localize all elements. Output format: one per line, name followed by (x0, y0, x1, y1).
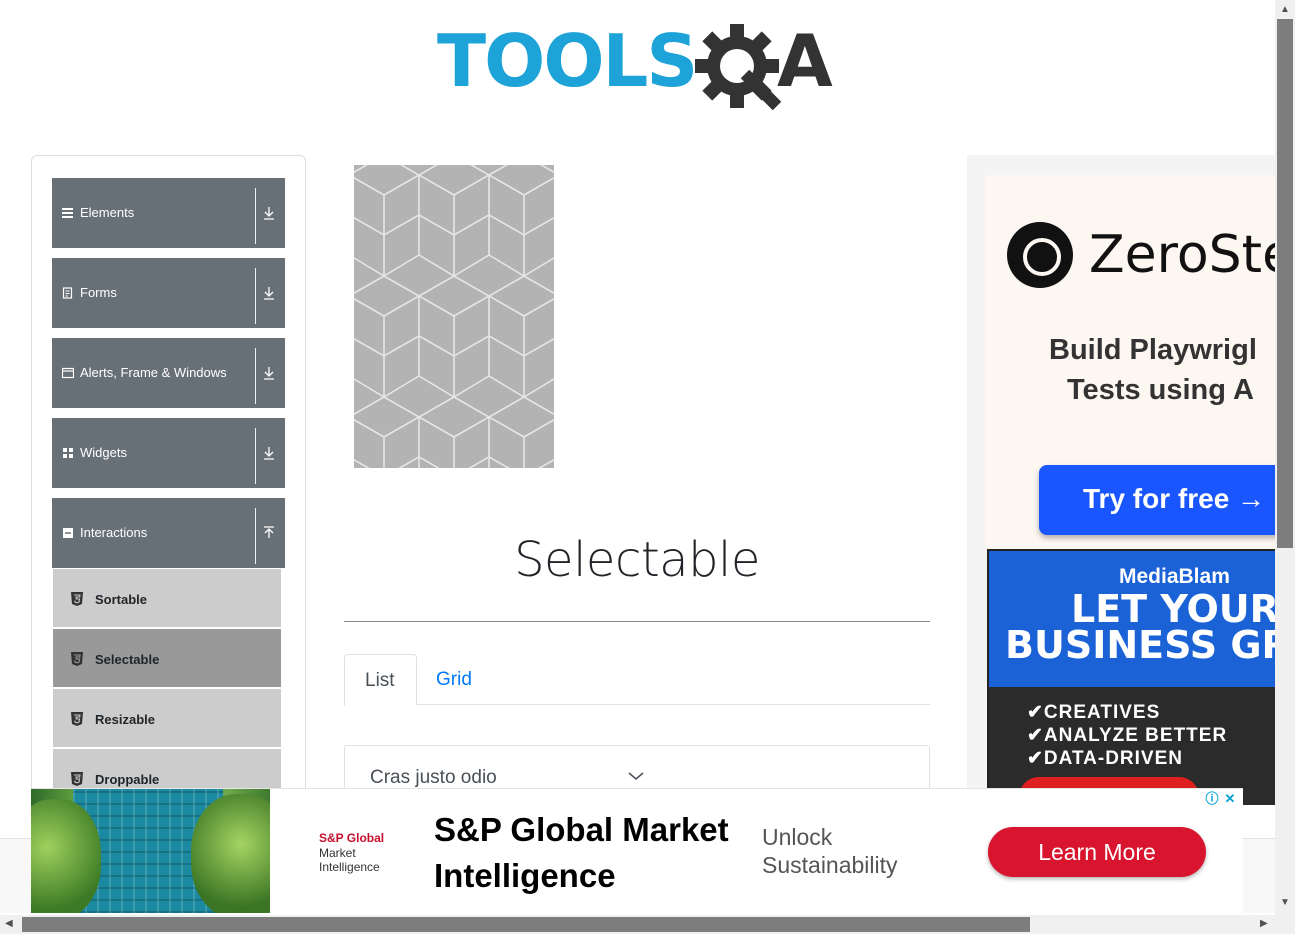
divider (255, 508, 256, 564)
learn-more-button[interactable]: Learn More (988, 827, 1206, 877)
sidebar-group-widgets[interactable]: Widgets (52, 418, 285, 488)
download-arrow-icon (264, 207, 274, 220)
html5-icon (71, 772, 83, 786)
page-title: Selectable (514, 532, 760, 588)
sidebar-item-label: Selectable (95, 652, 160, 667)
vertical-scrollbar-thumb[interactable] (1277, 19, 1293, 548)
html5-icon (71, 592, 83, 606)
close-icon[interactable]: ✕ (1221, 790, 1239, 808)
sidebar-item-label: Sortable (95, 592, 148, 607)
ad-image (31, 789, 270, 913)
logo-text-tools: TOOLS (437, 19, 696, 103)
sidebar-group-label: Forms (80, 285, 117, 300)
form-icon (62, 287, 73, 299)
scroll-down-arrow-icon[interactable]: ▼ (1280, 897, 1290, 909)
ad-headline-line: LET YOUR (1071, 587, 1275, 631)
divider (255, 268, 256, 324)
window-icon (62, 367, 74, 379)
sidebar-group-label: Interactions (80, 525, 148, 540)
banner-image (354, 165, 554, 468)
ad-subtext: Unlock Sustainability (762, 824, 898, 878)
sidebar-item-label: Resizable (95, 712, 155, 727)
scroll-up-arrow-icon[interactable]: ▲ (1280, 4, 1290, 16)
ad-controls: ⓘ ✕ (1203, 790, 1243, 808)
ad-headline-line: S&P Global Market (434, 811, 729, 848)
logo-text-a: A (777, 19, 833, 103)
ad-point: ✔DATA-DRIVEN (1027, 748, 1183, 769)
upload-arrow-icon (264, 526, 274, 538)
sidebar-group-elements[interactable]: Elements (52, 178, 285, 248)
sidebar-group-label: Alerts, Frame & Windows (80, 365, 227, 380)
ad-brand: ZeroSte (1089, 225, 1275, 285)
ad-info-icon[interactable]: ⓘ (1203, 790, 1221, 808)
sp-logo-subtext: Market Intelligence (319, 846, 380, 874)
ad-headline-line: BUSINESS GR (1005, 623, 1275, 667)
tab-list[interactable]: List (344, 654, 417, 706)
scroll-right-arrow-icon[interactable]: ▶ (1260, 918, 1268, 930)
sidebar-group-label: Elements (80, 205, 135, 220)
sidebar-item-label: Droppable (95, 772, 160, 787)
sidebar-group-alerts[interactable]: Alerts, Frame & Windows (52, 338, 285, 408)
ad-headline-line: Tests using A (1067, 374, 1254, 406)
list-item-text: Cras justo odio (370, 767, 497, 788)
sidebar-group-interactions[interactable]: Interactions (52, 498, 285, 568)
ad-point: ✔CREATIVES (1027, 702, 1161, 723)
chevron-down-icon (628, 772, 644, 780)
scroll-left-arrow-icon[interactable]: ◀ (5, 918, 13, 930)
try-for-free-button[interactable]: Try for free → (1039, 465, 1275, 535)
html5-icon (71, 652, 83, 666)
grid-icon (63, 448, 73, 458)
zerostep-logo-icon (1007, 222, 1073, 288)
interactions-icon (63, 528, 73, 538)
ad-zerostep[interactable]: ZeroSte Build Playwrigl Tests using A Tr… (985, 175, 1275, 550)
ad-mediablam[interactable]: MediaBlam LET YOUR BUSINESS GR ✔CREATIVE… (987, 549, 1275, 805)
ad-headline: LET YOUR BUSINESS GR (1005, 587, 1275, 667)
sidebar-group-label: Widgets (80, 445, 127, 460)
divider (255, 428, 256, 484)
divider (255, 348, 256, 404)
html5-icon (71, 712, 83, 726)
download-arrow-icon (264, 287, 274, 300)
tab-grid[interactable]: Grid (416, 654, 492, 704)
sidebar-item-selectable[interactable]: Selectable (53, 628, 281, 687)
sidebar: Elements Forms Alerts, Frame & Windows W… (31, 155, 306, 857)
download-arrow-icon (264, 367, 274, 380)
download-arrow-icon (264, 447, 274, 460)
sidebar-item-sortable[interactable]: Sortable (53, 568, 281, 627)
ad-brand: MediaBlam (1119, 565, 1230, 588)
divider (344, 621, 930, 622)
ad-right[interactable]: ZeroSte Build Playwrigl Tests using A Tr… (967, 155, 1275, 805)
toolsqa-logo[interactable]: TOOLS A (437, 18, 842, 114)
sp-logo: S&P Global (319, 831, 385, 845)
ad-headline: S&P Global Market Intelligence (434, 807, 729, 899)
ad-point: ✔ANALYZE BETTER (1027, 725, 1228, 746)
ad-headline: Build Playwrigl Tests using A (1049, 330, 1257, 410)
ad-points: ✔CREATIVES ✔ANALYZE BETTER ✔DATA-DRIVEN (1027, 701, 1227, 770)
ad-headline-line: Build Playwrigl (1049, 334, 1257, 366)
hamburger-icon (62, 208, 73, 218)
ad-headline-line: Intelligence (434, 857, 616, 894)
tab-bar-border (344, 704, 930, 705)
horizontal-scrollbar-thumb[interactable] (22, 917, 1030, 932)
ad-bottom[interactable]: S&P Global Market Intelligence S&P Globa… (31, 788, 1243, 913)
sidebar-group-forms[interactable]: Forms (52, 258, 285, 328)
gear-icon (695, 24, 782, 111)
sidebar-item-resizable[interactable]: Resizable (53, 688, 281, 747)
divider (255, 188, 256, 244)
